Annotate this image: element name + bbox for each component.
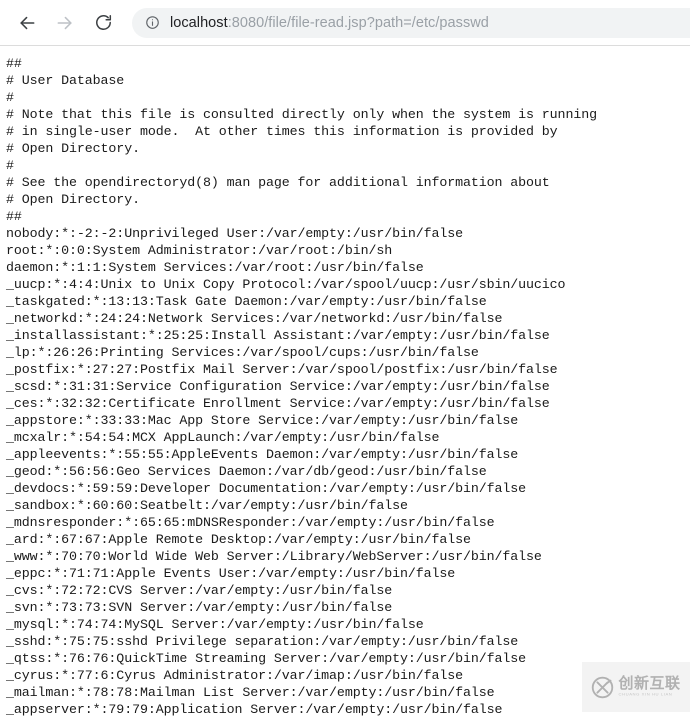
url-host: localhost xyxy=(170,14,228,31)
page-viewport: ## # User Database # # Note that this fi… xyxy=(0,47,690,716)
reload-icon xyxy=(94,13,113,32)
forward-button[interactable] xyxy=(50,8,80,38)
forward-arrow-icon xyxy=(55,13,75,33)
info-circle-icon[interactable] xyxy=(144,15,160,31)
url-text: localhost:8080/file/file-read.jsp?path=/… xyxy=(170,14,489,32)
url-path: :8080/file/file-read.jsp?path=/etc/passw… xyxy=(227,14,489,31)
browser-toolbar: localhost:8080/file/file-read.jsp?path=/… xyxy=(0,0,690,46)
passwd-file-content: ## # User Database # # Note that this fi… xyxy=(6,56,597,716)
back-arrow-icon xyxy=(17,13,37,33)
back-button[interactable] xyxy=(12,8,42,38)
address-bar[interactable]: localhost:8080/file/file-read.jsp?path=/… xyxy=(132,7,690,38)
reload-button[interactable] xyxy=(88,8,118,38)
